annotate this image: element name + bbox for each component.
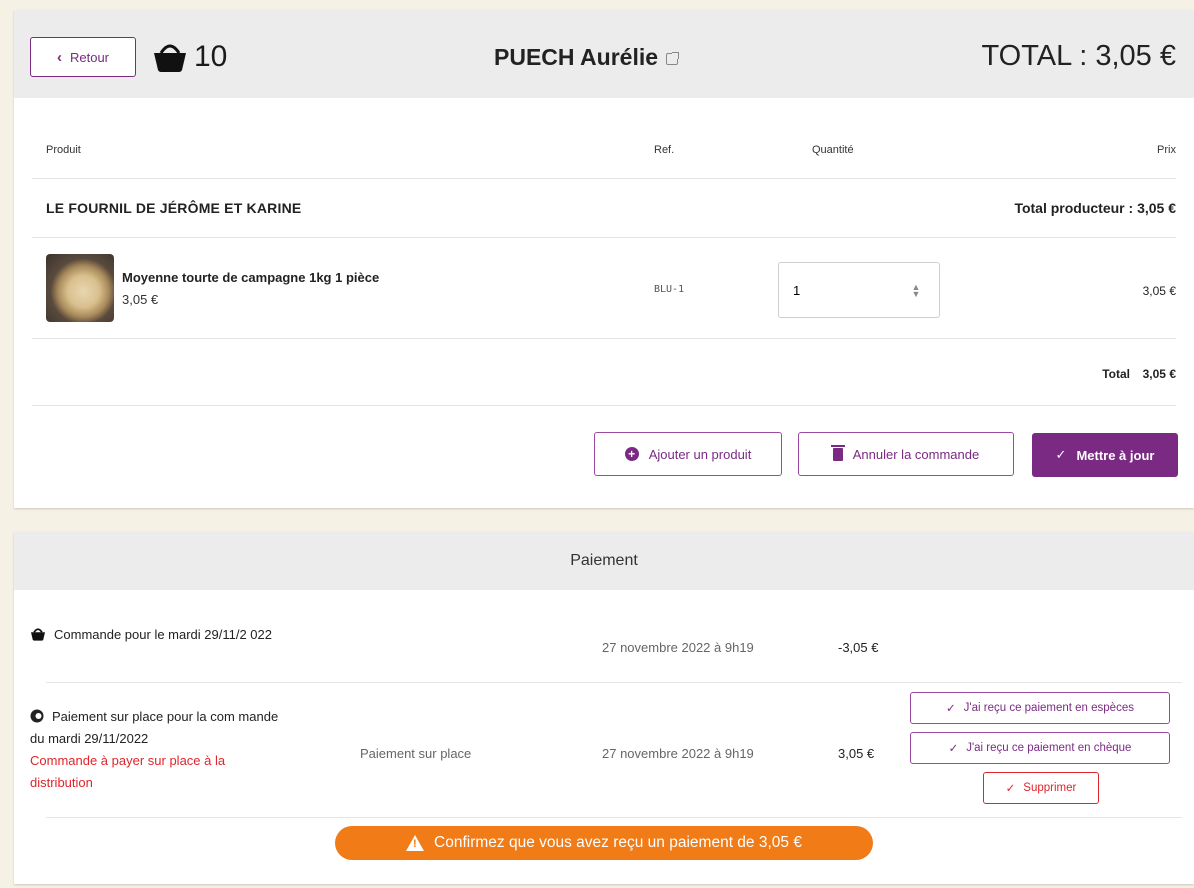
producer-total: Total producteur : 3,05 € [1014,200,1176,216]
col-price: Prix [1157,144,1176,156]
order-total: TOTAL : 3,05 € [981,40,1176,72]
payment-description: Commande pour le mardi 29/11/2 022 [30,624,290,646]
total-value: 3,05 € [1142,367,1176,381]
producer-row: LE FOURNIL DE JÉRÔME ET KARINE Total pro… [32,180,1176,236]
customer-link[interactable]: PUECH Aurélie [494,44,680,71]
table-header: Produit Ref. Quantité Prix [32,136,1176,178]
basket-icon [154,44,186,72]
order-header: ‹ Retour 10 PUECH Aurélie TOTAL : 3,05 € [14,10,1194,98]
product-unit-price: 3,05 € [122,292,159,307]
coins-icon [30,709,44,723]
product-name: Moyenne tourte de campagne 1kg 1 pièce [122,270,380,285]
product-ref: BLU-1 [654,284,685,295]
payment-method: Paiement sur place [360,746,472,761]
product-thumbnail [46,254,114,322]
back-button-label: Retour [69,49,110,65]
payment-date: 27 novembre 2022 à 9h19 [602,640,754,655]
alert-text: Confirmez que vous avez reçu un paiement… [434,834,802,851]
total-label: Total [1102,367,1130,381]
divider [32,178,1176,179]
col-ref: Ref. [654,144,675,156]
add-product-button[interactable]: + Ajouter un produit [594,432,782,476]
basket-count: 10 [194,40,228,73]
payment-description-text: Commande pour le mardi 29/11/2 022 [54,627,272,642]
external-link-icon[interactable] [666,51,680,65]
divider [46,682,1182,683]
customer-name: PUECH Aurélie [494,44,659,70]
payment-date: 27 novembre 2022 à 9h19 [602,746,754,761]
check-icon: ✓ [1055,447,1067,462]
spinner-icon[interactable]: ▲ ▼ [910,283,922,299]
warning-icon: ! [406,835,425,851]
cancel-order-label: Annuler la commande [852,446,980,462]
divider [32,338,1176,339]
basket-count-group: 10 [152,40,227,74]
add-product-label: Ajouter un produit [648,446,752,462]
divider [46,817,1182,818]
update-button[interactable]: ✓ Mettre à jour [1032,433,1178,477]
payment-description: Paiement sur place pour la com mande du … [30,706,290,794]
received-cheque-label: J'ai reçu ce paiement en chèque [966,742,1132,754]
divider [32,405,1176,406]
back-button[interactable]: ‹ Retour [30,37,136,77]
cancel-order-button[interactable]: Annuler la commande [798,432,1014,476]
check-icon: ✓ [948,743,959,755]
received-cheque-button[interactable]: ✓ J'ai reçu ce paiement en chèque [910,732,1170,764]
payment-warning: Commande à payer sur place à la distribu… [30,753,226,790]
product-price: 3,05 € [1142,284,1176,298]
check-icon: ✓ [1005,783,1016,795]
payment-title: Paiement [14,532,1194,590]
product-row: Moyenne tourte de campagne 1kg 1 pièce 3… [32,238,1176,338]
payment-amount: -3,05 € [838,640,879,655]
plus-circle-icon: + [624,447,639,461]
payment-confirmation-alert: ! Confirmez que vous avez reçu un paieme… [335,826,873,860]
trash-icon [830,444,845,461]
total-row: Total 3,05 € [32,340,1176,406]
basket-icon [31,628,45,641]
chevron-left-icon: ‹ [56,48,62,66]
update-label: Mettre à jour [1076,447,1155,463]
delete-payment-label: Supprimer [1023,782,1077,794]
col-quantity: Quantité [812,144,854,156]
payment-description-text: Paiement sur place pour la com mande du … [30,709,279,746]
received-cash-button[interactable]: ✓ J'ai reçu ce paiement en espèces [910,692,1170,724]
received-cash-label: J'ai reçu ce paiement en espèces [963,702,1134,714]
payment-amount: 3,05 € [838,746,875,761]
col-product: Produit [46,144,81,156]
producer-name: LE FOURNIL DE JÉRÔME ET KARINE [46,200,302,216]
delete-payment-button[interactable]: ✓ Supprimer [983,772,1099,804]
payment-row: Commande pour le mardi 29/11/2 022 27 no… [30,624,1180,682]
check-icon: ✓ [946,703,956,715]
